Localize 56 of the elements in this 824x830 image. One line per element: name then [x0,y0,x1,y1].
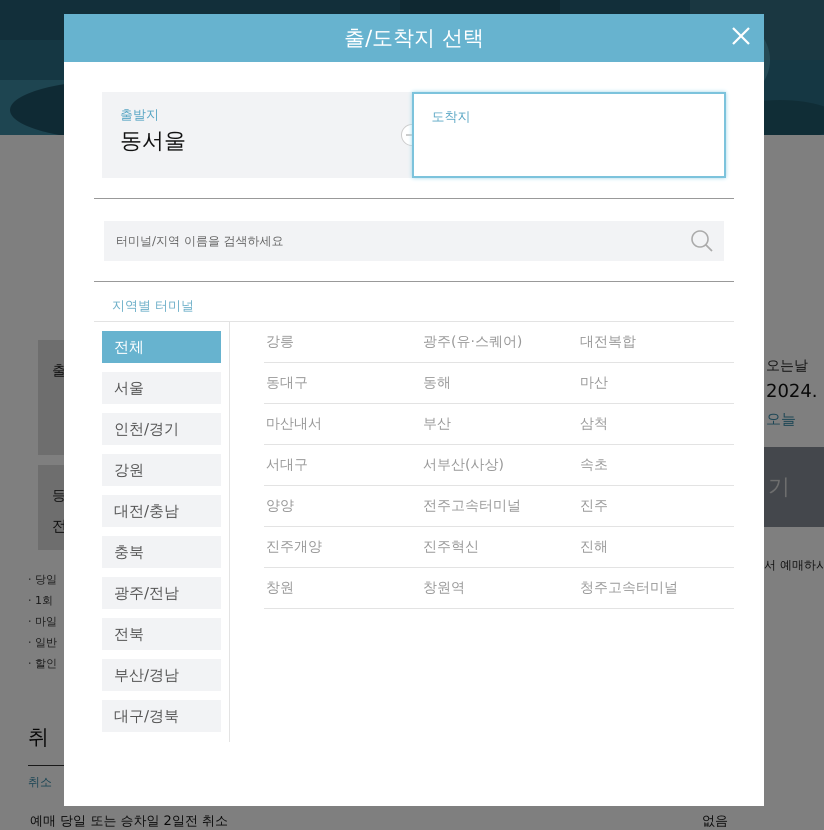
arrival-field[interactable]: 도착지 [412,92,726,178]
terminal-item[interactable]: 동대구 [264,363,421,404]
terminal-item[interactable]: 서대구 [264,445,421,486]
terminal-item[interactable]: 동해 [421,363,578,404]
close-icon [732,27,750,45]
region-tab[interactable]: 인천/경기 [102,413,221,445]
field-label: 출 [52,362,67,380]
terminal-item[interactable]: 창원 [264,568,421,609]
terminal-item[interactable]: 청주고속터미널 [578,568,734,609]
note-text: · 1회 [28,593,54,608]
search-field[interactable]: 터미널/지역 이름을 검색하세요 [104,221,724,261]
terminal-item[interactable]: 진해 [578,527,734,568]
region-tab[interactable]: 전북 [102,618,221,650]
field-label: 등 [52,487,67,505]
region-tab[interactable]: 서울 [102,372,221,404]
region-tab[interactable]: 광주/전남 [102,577,221,609]
terminal-item[interactable]: 서부산(사상) [421,445,578,486]
note-text: · 당일 [28,572,58,587]
close-button[interactable] [732,27,750,45]
departure-field[interactable]: 출발지 동서울 [102,92,412,178]
terminal-item[interactable]: 마산 [578,363,734,404]
terminal-item[interactable]: 양양 [264,486,421,527]
note-text: · 일반 [28,635,58,650]
terminal-item[interactable]: 부산 [421,404,578,445]
terminal-item[interactable]: 진주 [578,486,734,527]
terminal-item[interactable]: 삼척 [578,404,734,445]
note-text: · 마일 [28,614,58,629]
terminal-item[interactable]: 대전복합 [578,322,734,363]
note-text: · 할인 [28,656,58,671]
region-tab[interactable]: 전체 [102,331,221,363]
terminal-item[interactable]: 속초 [578,445,734,486]
terminal-item[interactable]: 강릉 [264,322,421,363]
table-cell-text: 예매 당일 또는 승차일 2일전 취소 [30,813,228,830]
date-value: 2024. [765,381,819,402]
region-tab[interactable]: 대구/경북 [102,700,221,732]
terminal-item[interactable]: 광주(유·스퀘어) [421,322,578,363]
note-text: 서 예매하시 [764,557,824,574]
table-cell-text: 없음 [702,813,728,830]
region-tab[interactable]: 강원 [102,454,221,486]
field-label: 도착지 [432,109,472,126]
field-label: 오는날 [765,357,809,375]
region-tab[interactable]: 대전/충남 [102,495,221,527]
field-label: 출발지 [120,107,160,124]
section-title: 지역별 터미널 [112,298,196,315]
field-value: 동서울 [120,128,187,156]
terminal-item[interactable]: 전주고속터미널 [421,486,578,527]
terminal-item[interactable]: 마산내서 [264,404,421,445]
terminal-item[interactable]: 창원역 [421,568,578,609]
section-title: 취 [28,724,49,751]
today-link[interactable]: 오늘 [764,410,824,429]
region-tab[interactable]: 부산/경남 [102,659,221,691]
region-tab[interactable]: 충북 [102,536,221,568]
terminal-item[interactable]: 진주개양 [264,527,421,568]
terminal-item[interactable]: 진주혁신 [421,527,578,568]
search-icon[interactable] [690,229,714,253]
modal-title: 출/도착지 선택 [344,25,484,52]
